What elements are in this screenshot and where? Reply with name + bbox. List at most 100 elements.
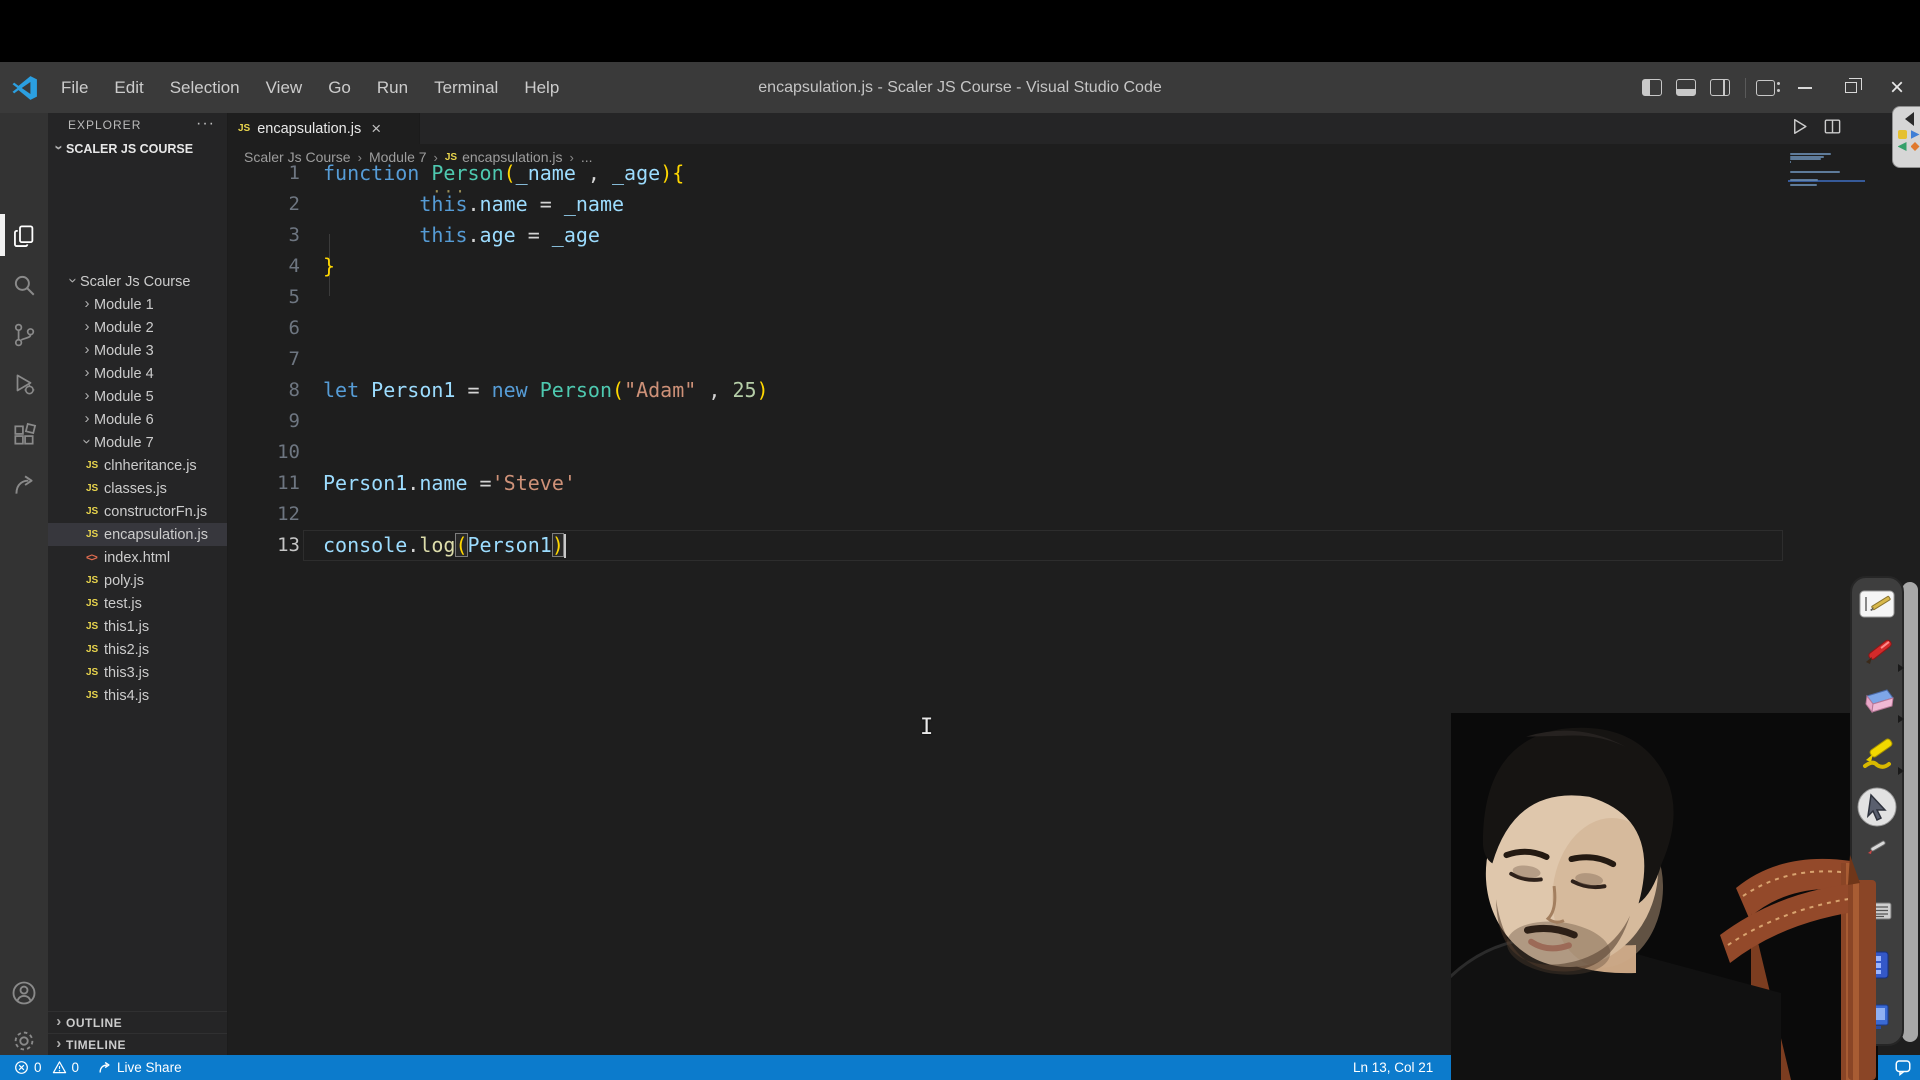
keyboard-tool[interactable]	[1862, 900, 1892, 927]
tree-item-module-3[interactable]: ›Module 3	[48, 339, 227, 362]
problems-status[interactable]: 0 0	[14, 1060, 79, 1075]
cursor-tool-active[interactable]	[1856, 786, 1898, 833]
menu-terminal[interactable]: Terminal	[421, 72, 511, 104]
eraser-flyout-arrow[interactable]	[1898, 715, 1904, 723]
explorer-section-scaler-js-course[interactable]: › SCALER JS COURSE	[48, 137, 227, 160]
code-line-3[interactable]: 3 this.age = _age	[228, 220, 1920, 251]
tree-item-module-5[interactable]: ›Module 5	[48, 385, 227, 408]
activity-bar	[0, 113, 48, 1055]
split-editor-button[interactable]	[1823, 117, 1842, 136]
tree-item-label: encapsulation.js	[104, 527, 208, 543]
code-editor[interactable]: 1function Person(_name , _age){2 this.na…	[228, 158, 1920, 758]
menu-selection[interactable]: Selection	[157, 72, 253, 104]
live-share-status[interactable]: Live Share	[97, 1060, 182, 1075]
annotation-toolbar	[1850, 576, 1904, 1046]
annotation-collapsed-widget[interactable]	[1892, 106, 1920, 168]
run-debug-activity-button[interactable]	[0, 362, 48, 406]
grid-window-tool[interactable]	[1864, 950, 1890, 985]
search-icon	[11, 272, 37, 298]
code-line-6[interactable]: 6	[228, 313, 1920, 344]
toggle-panel-icon[interactable]	[1676, 79, 1696, 96]
mini-play-icon[interactable]	[1911, 130, 1920, 139]
code-token: .	[468, 223, 480, 247]
mini-back-icon[interactable]	[1898, 142, 1907, 151]
explorer-more-actions[interactable]: ···	[196, 115, 215, 133]
code-line-10[interactable]: 10	[228, 437, 1920, 468]
js-file-icon: JS	[86, 460, 104, 471]
code-line-11[interactable]: 11Person1.name ='Steve'	[228, 468, 1920, 499]
mini-gear-icon[interactable]	[1911, 142, 1920, 151]
tree-item-clnheritance-js[interactable]: JSclnheritance.js	[48, 454, 227, 477]
chevron-right-icon: ›	[80, 318, 94, 335]
tree-item-this3-js[interactable]: JSthis3.js	[48, 661, 227, 684]
minimize-button[interactable]	[1782, 62, 1828, 113]
tree-item-classes-js[interactable]: JSclasses.js	[48, 477, 227, 500]
tree-item-index-html[interactable]: <>index.html	[48, 546, 227, 569]
pen-tool[interactable]	[1860, 636, 1894, 675]
run-file-button[interactable]	[1790, 117, 1809, 136]
tree-item-module-2[interactable]: ›Module 2	[48, 316, 227, 339]
small-pen-icon[interactable]	[1864, 836, 1890, 863]
extensions-activity-button[interactable]	[0, 413, 48, 457]
tree-item-module-6[interactable]: ›Module 6	[48, 408, 227, 431]
code-line-5[interactable]: 5	[228, 282, 1920, 313]
cursor-position-status[interactable]: Ln 13, Col 21	[1353, 1060, 1433, 1075]
menu-view[interactable]: View	[253, 72, 316, 104]
menu-help[interactable]: Help	[511, 72, 572, 104]
code-token: name	[480, 192, 528, 216]
monitor-tool[interactable]	[1864, 1003, 1890, 1036]
menu-file[interactable]: File	[48, 72, 101, 104]
code-line-4[interactable]: 4}	[228, 251, 1920, 282]
toggle-secondary-sidebar-icon[interactable]	[1710, 79, 1730, 96]
notifications-bell[interactable]	[1894, 1058, 1912, 1079]
code-line-1[interactable]: 1function Person(_name , _age){	[228, 158, 1920, 189]
accounts-button[interactable]	[0, 971, 48, 1015]
customize-layout-icon[interactable]	[1756, 80, 1775, 96]
code-line-9[interactable]: 9	[228, 406, 1920, 437]
code-line-2[interactable]: 2 this.name = _name	[228, 189, 1920, 220]
highlighter-tool[interactable]	[1859, 736, 1895, 777]
tree-item-constructorfn-js[interactable]: JSconstructorFn.js	[48, 500, 227, 523]
tree-item-encapsulation-js[interactable]: JSencapsulation.js	[48, 523, 227, 546]
tree-item-scaler-js-course[interactable]: ›Scaler Js Course	[48, 270, 227, 293]
mini-folder-icon[interactable]	[1898, 130, 1907, 139]
tree-item-poly-js[interactable]: JSpoly.js	[48, 569, 227, 592]
error-count: 0	[34, 1060, 42, 1075]
pen-flyout-arrow[interactable]	[1898, 664, 1904, 672]
tree-item-module-1[interactable]: ›Module 1	[48, 293, 227, 316]
code-line-12[interactable]: 12	[228, 499, 1920, 530]
code-token: name	[419, 471, 467, 495]
code-line-7[interactable]: 7	[228, 344, 1920, 375]
timeline-section[interactable]: › TIMELINE	[48, 1033, 227, 1055]
tab-close-icon[interactable]: ×	[371, 119, 381, 139]
live-share-activity-button[interactable]	[0, 463, 48, 507]
code-line-8[interactable]: 8let Person1 = new Person("Adam" , 25)	[228, 375, 1920, 406]
explorer-activity-button[interactable]	[0, 214, 48, 258]
line-number: 12	[228, 499, 300, 530]
tree-item-module-7[interactable]: ›Module 7	[48, 431, 227, 454]
code-token: console	[323, 533, 407, 557]
menu-run[interactable]: Run	[364, 72, 421, 104]
search-activity-button[interactable]	[0, 263, 48, 307]
outline-section[interactable]: › OUTLINE	[48, 1011, 227, 1033]
chevron-right-icon: ›	[80, 295, 94, 312]
eraser-tool[interactable]	[1859, 686, 1895, 721]
toggle-sidebar-icon[interactable]	[1642, 79, 1662, 96]
code-line-13[interactable]: 13console.log(Person1)	[228, 530, 1920, 561]
minimap[interactable]	[1790, 153, 1865, 313]
tree-item-label: test.js	[104, 596, 142, 612]
menu-edit[interactable]: Edit	[101, 72, 156, 104]
source-control-activity-button[interactable]	[0, 313, 48, 357]
restore-button[interactable]	[1828, 62, 1874, 113]
tree-item-module-4[interactable]: ›Module 4	[48, 362, 227, 385]
menu-go[interactable]: Go	[315, 72, 364, 104]
tree-item-this2-js[interactable]: JSthis2.js	[48, 638, 227, 661]
tab-encapsulation-js[interactable]: JS encapsulation.js ×	[228, 113, 420, 144]
code-token: let	[323, 378, 359, 402]
whiteboard-tool[interactable]	[1859, 590, 1895, 623]
code-token: )	[660, 161, 672, 185]
tree-item-this4-js[interactable]: JSthis4.js	[48, 684, 227, 707]
tree-item-test-js[interactable]: JStest.js	[48, 592, 227, 615]
tree-item-this1-js[interactable]: JSthis1.js	[48, 615, 227, 638]
highlighter-flyout-arrow[interactable]	[1898, 767, 1904, 775]
